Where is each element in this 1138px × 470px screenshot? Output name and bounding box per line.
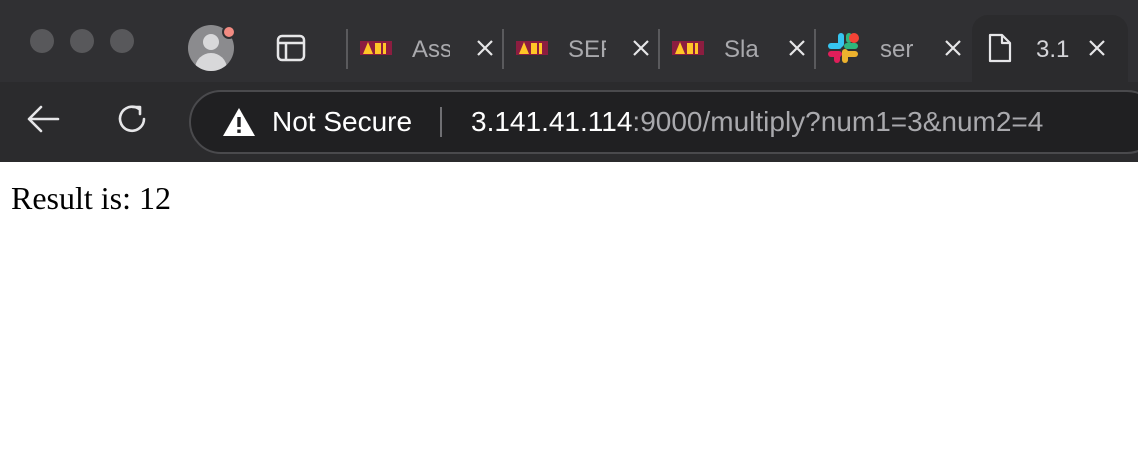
tab-title: SER bbox=[568, 36, 606, 63]
tab-ass[interactable]: Ass bbox=[346, 15, 502, 82]
close-icon[interactable] bbox=[942, 37, 964, 59]
reload-button[interactable] bbox=[113, 100, 151, 138]
asu-logo-icon bbox=[516, 37, 548, 59]
result-text: Result is: 12 bbox=[11, 180, 172, 216]
window-zoom-button[interactable] bbox=[110, 29, 134, 53]
tab-ser[interactable]: SER bbox=[502, 15, 658, 82]
document-icon bbox=[986, 33, 1014, 63]
window-close-button[interactable] bbox=[30, 29, 54, 53]
sidebar-toggle-icon[interactable] bbox=[275, 33, 307, 63]
back-arrow-icon bbox=[27, 105, 60, 133]
url-path: :9000/multiply?num1=3&num2=4 bbox=[632, 106, 1044, 137]
url-host: 3.141.41.114 bbox=[471, 106, 633, 137]
omnibox-divider bbox=[440, 107, 442, 137]
close-icon[interactable] bbox=[1086, 37, 1108, 59]
close-icon[interactable] bbox=[786, 37, 808, 59]
slack-logo-icon bbox=[826, 31, 860, 65]
close-icon[interactable] bbox=[474, 37, 496, 59]
tab-title: ser bbox=[880, 36, 914, 63]
window-minimize-button[interactable] bbox=[70, 29, 94, 53]
tab-active[interactable]: 3.1 bbox=[972, 15, 1128, 82]
profile-notification-badge bbox=[222, 25, 236, 39]
asu-logo-icon bbox=[360, 37, 392, 59]
warning-triangle-icon[interactable] bbox=[222, 106, 256, 138]
tab-title: Ass bbox=[412, 36, 450, 63]
url-text[interactable]: 3.141.41.114:9000/multiply?num1=3&num2=4 bbox=[471, 104, 1043, 140]
reload-icon bbox=[118, 105, 146, 133]
tab-title: Sla bbox=[724, 36, 759, 63]
tab-slack[interactable]: ser bbox=[814, 15, 970, 82]
tab-title: 3.1 bbox=[1036, 36, 1070, 63]
close-icon[interactable] bbox=[630, 37, 652, 59]
tab-sla[interactable]: Sla bbox=[658, 15, 814, 82]
asu-logo-icon bbox=[672, 37, 704, 59]
security-status-label[interactable]: Not Secure bbox=[272, 104, 412, 140]
back-button[interactable] bbox=[24, 100, 62, 138]
